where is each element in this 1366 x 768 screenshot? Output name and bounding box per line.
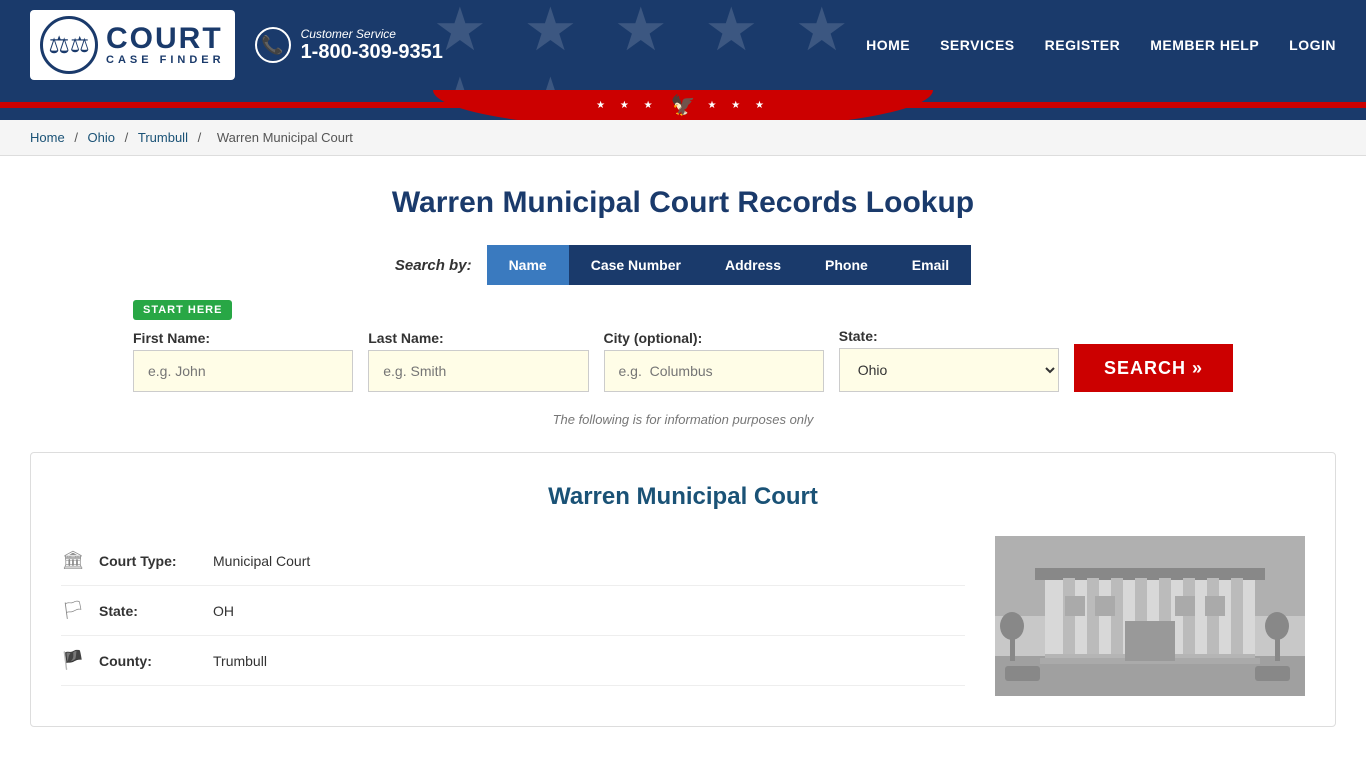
nav-register[interactable]: REGISTER (1045, 37, 1121, 53)
state-label: State: (839, 328, 1059, 344)
first-name-label: First Name: (133, 330, 353, 346)
search-by-label: Search by: (395, 257, 472, 274)
first-name-group: First Name: (133, 330, 353, 392)
court-image (995, 536, 1305, 696)
breadcrumb: Home / Ohio / Trumbull / Warren Municipa… (0, 120, 1366, 156)
nav-login[interactable]: LOGIN (1289, 37, 1336, 53)
tab-email[interactable]: Email (890, 245, 971, 285)
court-details: 🏛 Court Type: Municipal Court 🏳 State: O… (61, 536, 965, 696)
breadcrumb-home[interactable]: Home (30, 130, 65, 145)
state-label-detail: State: (99, 603, 199, 619)
arch-stars-left: ★ ★ ★ (596, 100, 658, 111)
nav-services[interactable]: SERVICES (940, 37, 1015, 53)
breadcrumb-current: Warren Municipal Court (217, 130, 353, 145)
court-box-content: 🏛 Court Type: Municipal Court 🏳 State: O… (61, 536, 1305, 696)
logo-text: COURT CASE FINDER (106, 24, 225, 66)
arch-banner: ★ ★ ★ 🦅 ★ ★ ★ (0, 90, 1366, 120)
state-select[interactable]: Ohio Alabama Alaska Arizona Arkansas Cal… (839, 348, 1059, 392)
tab-case-number[interactable]: Case Number (569, 245, 703, 285)
last-name-group: Last Name: (368, 330, 588, 392)
start-here-badge: START HERE (133, 300, 232, 320)
breadcrumb-ohio[interactable]: Ohio (88, 130, 115, 145)
court-info-box: Warren Municipal Court 🏛 Court Type: Mun… (30, 452, 1336, 727)
logo-case-finder-label: CASE FINDER (106, 54, 225, 66)
arch-eagle-icon: 🦅 (671, 93, 696, 118)
customer-service-label: Customer Service (301, 27, 443, 41)
court-type-value: Municipal Court (213, 553, 310, 569)
tab-name[interactable]: Name (487, 245, 569, 285)
court-type-label: Court Type: (99, 553, 199, 569)
info-note: The following is for information purpose… (30, 412, 1336, 427)
logo-court-label: COURT (106, 24, 225, 54)
first-name-input[interactable] (133, 350, 353, 392)
county-row: 🏴 County: Trumbull (61, 636, 965, 686)
tab-address[interactable]: Address (703, 245, 803, 285)
phone-icon: 📞 (255, 27, 291, 63)
last-name-label: Last Name: (368, 330, 588, 346)
city-group: City (optional): (604, 330, 824, 392)
breadcrumb-trumbull[interactable]: Trumbull (138, 130, 188, 145)
logo-emblem: ⚖ (40, 16, 98, 74)
page-title: Warren Municipal Court Records Lookup (30, 186, 1336, 220)
state-row: 🏳 State: OH (61, 586, 965, 636)
state-group: State: Ohio Alabama Alaska Arizona Arkan… (839, 328, 1059, 392)
customer-service: 📞 Customer Service 1-800-309-9351 (255, 27, 443, 64)
main-nav: HOME SERVICES REGISTER MEMBER HELP LOGIN (866, 37, 1336, 53)
court-box-title: Warren Municipal Court (61, 483, 1305, 511)
court-type-icon: 🏛 (61, 550, 85, 571)
court-type-row: 🏛 Court Type: Municipal Court (61, 536, 965, 586)
state-icon: 🏳 (61, 600, 85, 621)
nav-member-help[interactable]: MEMBER HELP (1150, 37, 1259, 53)
header-left: ⚖ COURT CASE FINDER 📞 Customer Service 1… (30, 10, 443, 80)
last-name-input[interactable] (368, 350, 588, 392)
county-icon: 🏴 (61, 650, 85, 671)
search-button[interactable]: SEARCH » (1074, 344, 1233, 392)
city-label: City (optional): (604, 330, 824, 346)
customer-service-phone[interactable]: 1-800-309-9351 (301, 41, 443, 64)
search-tabs: Search by: Name Case Number Address Phon… (30, 245, 1336, 285)
city-input[interactable] (604, 350, 824, 392)
customer-service-text: Customer Service 1-800-309-9351 (301, 27, 443, 64)
search-form: First Name: Last Name: City (optional): … (133, 328, 1233, 392)
header-stars-decoration: ★ ★ ★ ★ ★ ★ ★ (433, 0, 933, 90)
county-label: County: (99, 653, 199, 669)
header: ★ ★ ★ ★ ★ ★ ★ ⚖ COURT CASE FINDER 📞 Cust… (0, 0, 1366, 90)
tab-phone[interactable]: Phone (803, 245, 890, 285)
state-value: OH (213, 603, 234, 619)
arch-stars-right: ★ ★ ★ (707, 100, 769, 111)
logo[interactable]: ⚖ COURT CASE FINDER (30, 10, 235, 80)
county-value: Trumbull (213, 653, 267, 669)
main-content: Warren Municipal Court Records Lookup Se… (0, 156, 1366, 757)
